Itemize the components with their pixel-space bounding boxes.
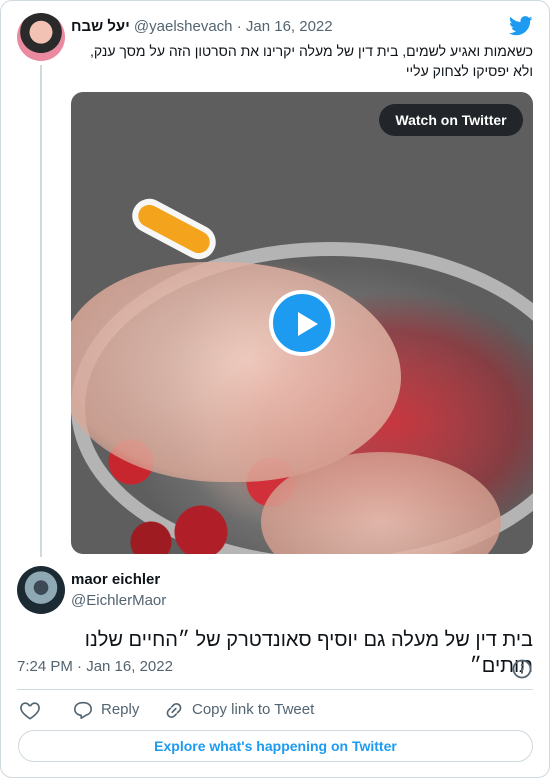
reply-bubble-icon — [74, 701, 92, 719]
parent-tweet-header: יעל שבח @yaelshevach · Jan 16, 2022 — [71, 18, 491, 38]
info-icon[interactable] — [511, 658, 533, 680]
explore-twitter-button[interactable]: Explore what's happening on Twitter — [18, 730, 533, 762]
author-avatar[interactable] — [17, 566, 65, 614]
author-display-name[interactable]: maor eichler — [71, 571, 160, 588]
twitter-bird-icon[interactable] — [508, 15, 533, 37]
parent-separator: · — [236, 18, 242, 35]
watch-on-twitter-button[interactable]: Watch on Twitter — [379, 104, 523, 136]
copy-link-label: Copy link to Tweet — [192, 701, 315, 718]
parent-tweet-text: כשאמות ואגיע לשמים, בית דין של מעלה יקרי… — [71, 41, 533, 81]
parent-text-line: כשאמות ואגיע לשמים, בית דין של מעלה יקרי… — [90, 43, 533, 59]
parent-avatar[interactable] — [17, 13, 65, 61]
parent-date[interactable]: Jan 16, 2022 — [246, 18, 333, 35]
copy-link-button[interactable]: Copy link to Tweet — [163, 699, 323, 721]
tweet-embed-card: יעל שבח @yaelshevach · Jan 16, 2022 כשאמ… — [0, 0, 550, 778]
heart-icon — [20, 702, 40, 720]
peeler-tool — [126, 192, 222, 266]
divider — [17, 689, 533, 690]
like-button[interactable] — [19, 699, 43, 721]
parent-handle[interactable]: @yaelshevach — [134, 18, 233, 35]
tweet-timestamp[interactable]: 7:24 PM · Jan 16, 2022 — [17, 658, 173, 675]
thread-connector-line — [40, 65, 42, 557]
reply-label: Reply — [101, 701, 140, 718]
link-icon — [166, 702, 182, 718]
reply-button[interactable]: Reply — [72, 699, 147, 721]
parent-display-name[interactable]: יעל שבח — [71, 18, 130, 35]
author-handle[interactable]: @EichlerMaor — [71, 592, 166, 609]
parent-text-line: ולא יפסיקו לצחוק עליי — [405, 63, 533, 79]
play-icon[interactable] — [269, 290, 335, 356]
